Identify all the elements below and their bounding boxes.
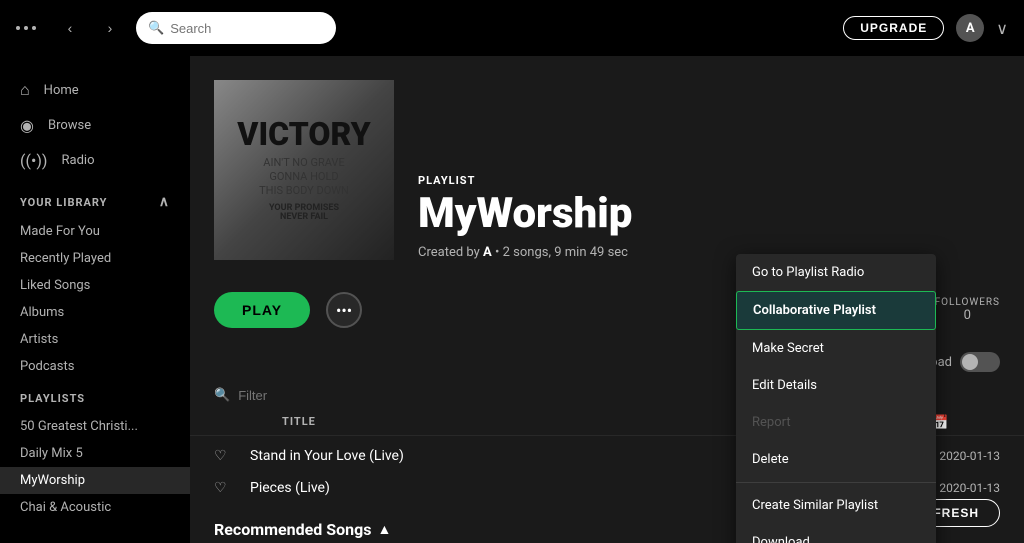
sidebar-item-podcasts[interactable]: Podcasts — [0, 353, 190, 380]
search-bar[interactable]: 🔍 — [136, 12, 336, 44]
home-icon: ⌂ — [20, 80, 30, 100]
track-title-2: Pieces (Live) — [250, 480, 680, 496]
sidebar-playlist-50-greatest[interactable]: 50 Greatest Christi... — [0, 413, 190, 440]
sidebar-item-made-for-you[interactable]: Made For You — [0, 218, 190, 245]
sidebar-item-liked-songs[interactable]: Liked Songs — [0, 272, 190, 299]
filter-input[interactable] — [238, 388, 414, 403]
context-menu-item-make-secret[interactable]: Make Secret — [736, 330, 936, 367]
playlist-cover: VICTORY AIN'T NO GRAVEGONNA HOLDTHIS BOD… — [214, 80, 394, 260]
search-icon: 🔍 — [148, 21, 164, 36]
context-menu-item-create-similar[interactable]: Create Similar Playlist — [736, 487, 936, 524]
sidebar-item-label: Radio — [62, 153, 95, 168]
sidebar-item-albums[interactable]: Albums — [0, 299, 190, 326]
context-menu-item-delete[interactable]: Delete — [736, 441, 936, 478]
nav-forward-button[interactable]: › — [96, 14, 124, 42]
playlist-type-label: PLAYLIST — [418, 174, 1000, 187]
top-bar: ‹ › 🔍 UPGRADE A ∨ — [0, 0, 1024, 56]
context-menu-item-playlist-radio[interactable]: Go to Playlist Radio — [736, 254, 936, 291]
nav-back-button[interactable]: ‹ — [56, 14, 84, 42]
like-button-track-2[interactable]: ♡ — [214, 480, 250, 496]
sidebar-item-browse[interactable]: ◉ Browse — [0, 108, 190, 143]
top-right-actions: UPGRADE A ∨ — [843, 14, 1008, 42]
avatar[interactable]: A — [956, 14, 984, 42]
search-input[interactable] — [170, 21, 324, 36]
sidebar-item-radio[interactable]: ((•)) Radio — [0, 143, 190, 178]
radio-icon: ((•)) — [20, 151, 48, 170]
context-menu: Go to Playlist Radio Collaborative Playl… — [736, 254, 936, 543]
library-collapse-icon[interactable]: ∧ — [159, 194, 170, 210]
recommended-collapse-icon[interactable]: ▲ — [377, 521, 391, 538]
chevron-down-icon[interactable]: ∨ — [996, 19, 1008, 38]
playlist-title: MyWorship — [418, 191, 1000, 237]
context-menu-item-report: Report — [736, 404, 936, 441]
sidebar-item-recently-played[interactable]: Recently Played — [0, 245, 190, 272]
sidebar-item-label: Browse — [48, 118, 91, 133]
title-column-header: TITLE — [282, 415, 680, 431]
track-title-1: Stand in Your Love (Live) — [250, 448, 680, 464]
followers-count: 0 — [935, 308, 1000, 323]
like-button-track-1[interactable]: ♡ — [214, 448, 250, 464]
cover-image: VICTORY AIN'T NO GRAVEGONNA HOLDTHIS BOD… — [214, 80, 394, 260]
main-layout: ⌂ Home ◉ Browse ((•)) Radio YOUR LIBRARY… — [0, 56, 1024, 543]
context-menu-item-collaborative-playlist[interactable]: Collaborative Playlist — [736, 291, 936, 330]
browse-icon: ◉ — [20, 116, 34, 135]
creator-name: A — [483, 245, 492, 260]
followers-label: FOLLOWERS — [935, 297, 1000, 308]
sidebar-playlist-chai-acoustic[interactable]: Chai & Acoustic — [0, 494, 190, 521]
toggle-knob — [962, 354, 978, 370]
download-toggle[interactable] — [960, 352, 1000, 372]
ellipsis-icon: ••• — [336, 301, 352, 320]
context-menu-item-download[interactable]: Download — [736, 524, 936, 543]
your-library-header: YOUR LIBRARY ∧ — [0, 178, 190, 218]
playlist-header: VICTORY AIN'T NO GRAVEGONNA HOLDTHIS BOD… — [190, 56, 1024, 276]
context-menu-item-edit-details[interactable]: Edit Details — [736, 367, 936, 404]
sidebar-playlist-daily-mix-5[interactable]: Daily Mix 5 — [0, 440, 190, 467]
sidebar-item-label: Home — [44, 83, 79, 98]
sidebar-item-artists[interactable]: Artists — [0, 326, 190, 353]
playlists-header: PLAYLISTS — [0, 380, 190, 413]
sidebar: ⌂ Home ◉ Browse ((•)) Radio YOUR LIBRARY… — [0, 56, 190, 543]
playlist-meta: PLAYLIST MyWorship Created by A • 2 song… — [418, 174, 1000, 260]
sidebar-item-home[interactable]: ⌂ Home — [0, 72, 190, 108]
content-area: VICTORY AIN'T NO GRAVEGONNA HOLDTHIS BOD… — [190, 56, 1024, 543]
followers-section: FOLLOWERS 0 — [935, 297, 1000, 323]
filter-search-icon: 🔍 — [214, 388, 230, 403]
window-dots — [16, 26, 36, 30]
created-by-label: Created by — [418, 245, 480, 260]
play-button[interactable]: PLAY — [214, 292, 310, 328]
context-menu-divider — [736, 482, 936, 483]
sidebar-playlist-myworship[interactable]: MyWorship — [0, 467, 190, 494]
upgrade-button[interactable]: UPGRADE — [843, 16, 944, 40]
more-options-button[interactable]: ••• — [326, 292, 362, 328]
songs-info: • 2 songs, 9 min 49 sec — [495, 245, 628, 260]
